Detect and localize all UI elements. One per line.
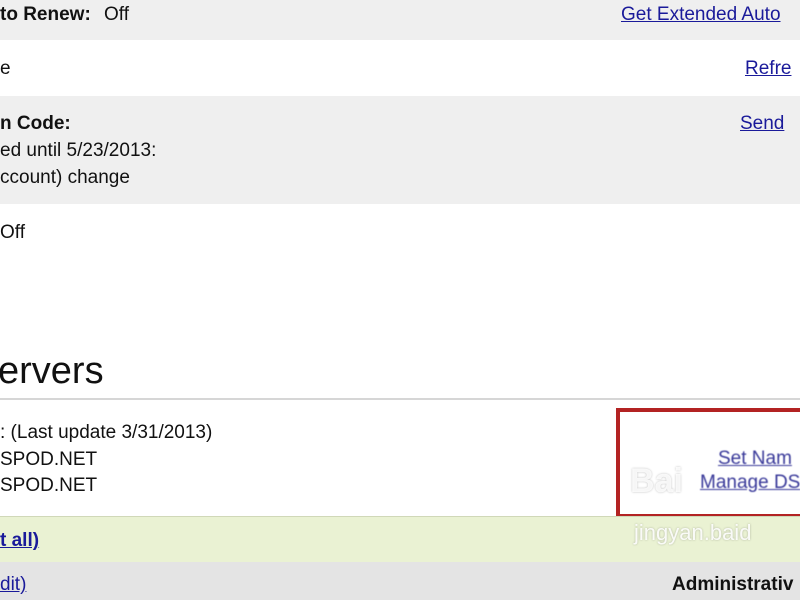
nameserver-2: SPOD.NET	[0, 475, 98, 496]
nameservers-heading: ervers	[0, 350, 104, 392]
contacts-row: dit) Administrativ	[0, 562, 800, 600]
auth-code-line1: ed until 5/23/2013:	[0, 140, 157, 161]
auto-renew-label: to Renew:	[0, 4, 91, 25]
auth-code-row: n Code: ed until 5/23/2013: ccount) chan…	[0, 96, 800, 204]
lock-value: Off	[0, 222, 25, 243]
administrative-contact-label: Administrativ	[672, 574, 794, 595]
refresh-link[interactable]: Refre	[745, 58, 791, 80]
auto-renew-row: to Renew: Off Get Extended Auto	[0, 0, 800, 40]
expand-all-link[interactable]: t all)	[0, 530, 39, 552]
baidu-watermark-url: jingyan.baid	[634, 520, 752, 545]
auto-renew-value: Off	[104, 4, 129, 25]
lock-row: Off	[0, 204, 800, 324]
auth-code-label: n Code:	[0, 113, 71, 134]
auth-code-line2: ccount) change	[0, 167, 130, 188]
get-extended-auto-renew-link[interactable]: Get Extended Auto	[621, 4, 781, 26]
nameservers-label: : (Last update 3/31/2013)	[0, 422, 213, 443]
status-row: e Refre	[0, 40, 800, 96]
baidu-watermark-logo: Bai	[630, 462, 683, 500]
send-auth-code-link[interactable]: Send	[740, 113, 784, 135]
edit-contact-link[interactable]: dit)	[0, 574, 26, 596]
status-value: e	[0, 58, 11, 79]
nameserver-1: SPOD.NET	[0, 449, 98, 470]
